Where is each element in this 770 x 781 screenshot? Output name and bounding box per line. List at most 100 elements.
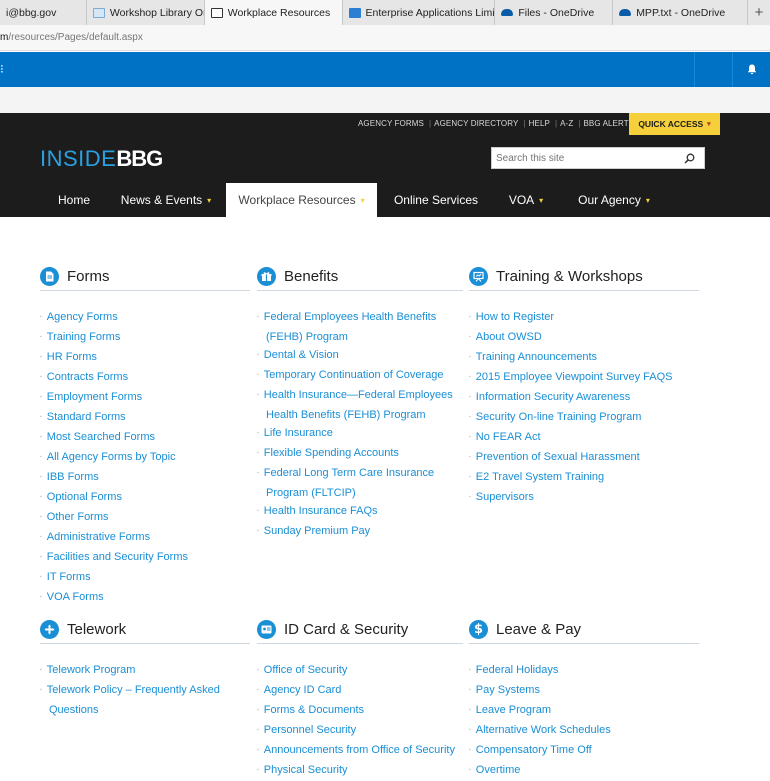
app-launcher-icon[interactable]: ⁝ (0, 62, 4, 76)
link-supervisors[interactable]: Supervisors (469, 488, 699, 508)
address-bar[interactable]: m/resources/Pages/default.aspx (0, 25, 770, 51)
link-health-insurance-fehb[interactable]: Health Insurance—Federal Employees Healt… (257, 386, 463, 424)
nav-home[interactable]: Home (48, 183, 100, 217)
link-leave-program[interactable]: Leave Program (469, 701, 699, 721)
quick-access-button[interactable]: QUICK ACCESS ▾ (629, 113, 720, 135)
link-no-fear-act[interactable]: No FEAR Act (469, 428, 699, 448)
link-forms-documents[interactable]: Forms & Documents (257, 701, 463, 721)
office-bar-slot[interactable] (695, 52, 733, 87)
nav-voa[interactable]: VOA ▾ (497, 183, 555, 217)
search-icon[interactable] (677, 148, 701, 168)
link-life-insurance[interactable]: Life Insurance (257, 424, 463, 444)
nav-workplace-resources[interactable]: Workplace Resources ▾ (226, 183, 377, 217)
tab-label: MPP.txt - OneDrive (636, 6, 726, 19)
chevron-down-icon: ▾ (360, 195, 365, 205)
link-fltcip[interactable]: Federal Long Term Care Insurance Program… (257, 464, 463, 502)
link-voa-forms[interactable]: VOA Forms (40, 588, 250, 608)
separator: | (554, 119, 558, 128)
search-input[interactable] (492, 152, 677, 164)
site-search (491, 147, 705, 169)
tab-files-onedrive[interactable]: Files - OneDrive (495, 0, 614, 25)
nav-news-events[interactable]: News & Events ▾ (112, 183, 220, 217)
main-nav: Home News & Events ▾ Workplace Resources ▾… (0, 183, 770, 217)
link-administrative-forms[interactable]: Administrative Forms (40, 528, 250, 548)
id-card-icon (257, 620, 276, 639)
util-link-agency-directory[interactable]: AGENCY DIRECTORY (434, 119, 518, 128)
link-agency-id-card[interactable]: Agency ID Card (257, 681, 463, 701)
link-employment-forms[interactable]: Employment Forms (40, 388, 250, 408)
new-tab-button[interactable]: + (748, 0, 770, 25)
link-prevention-sexual-harassment[interactable]: Prevention of Sexual Harassment (469, 448, 699, 468)
link-flexible-spending[interactable]: Flexible Spending Accounts (257, 444, 463, 464)
onedrive-icon (501, 9, 514, 16)
link-fehb-program[interactable]: Federal Employees Health Benefits (FEHB)… (257, 308, 463, 346)
tab-workshop-library[interactable]: Workshop Library On-Dema (87, 0, 205, 25)
link-training-forms[interactable]: Training Forms (40, 328, 250, 348)
link-telework-policy-faq[interactable]: Telework Policy – Frequently Asked Quest… (40, 681, 250, 719)
util-link-a-z[interactable]: A-Z (560, 119, 573, 128)
office-suite-bar: ⁝ (0, 52, 770, 87)
tab-mail[interactable]: i@bbg.gov (0, 0, 87, 25)
link-overtime[interactable]: Overtime (469, 761, 699, 781)
link-physical-security[interactable]: Physical Security (257, 761, 463, 781)
separator: | (428, 119, 432, 128)
util-link-help[interactable]: HELP (529, 119, 550, 128)
chevron-down-icon: ▾ (645, 195, 650, 205)
link-office-of-security[interactable]: Office of Security (257, 661, 463, 681)
utility-links: AGENCY FORMS | AGENCY DIRECTORY | HELP | A-Z | B… (358, 119, 636, 128)
util-link-agency-forms[interactable]: AGENCY FORMS (358, 119, 424, 128)
link-other-forms[interactable]: Other Forms (40, 508, 250, 528)
link-about-owsd[interactable]: About OWSD (469, 328, 699, 348)
util-link-bbg-alerts[interactable]: BBG ALERTS (584, 119, 635, 128)
link-how-to-register[interactable]: How to Register (469, 308, 699, 328)
link-e2-travel-training[interactable]: E2 Travel System Training (469, 468, 699, 488)
link-security-announcements[interactable]: Announcements from Office of Security (257, 741, 463, 761)
link-contracts-forms[interactable]: Contracts Forms (40, 368, 250, 388)
link-facilities-security-forms[interactable]: Facilities and Security Forms (40, 548, 250, 568)
link-federal-holidays[interactable]: Federal Holidays (469, 661, 699, 681)
link-training-announcements[interactable]: Training Announcements (469, 348, 699, 368)
quick-access-label: QUICK ACCESS (638, 119, 704, 129)
link-dental-vision[interactable]: Dental & Vision (257, 346, 463, 366)
link-personnel-security[interactable]: Personnel Security (257, 721, 463, 741)
link-health-insurance-faqs[interactable]: Health Insurance FAQs (257, 502, 463, 522)
library-icon (92, 7, 105, 18)
nav-label: Home (57, 193, 90, 207)
link-most-searched-forms[interactable]: Most Searched Forms (40, 428, 250, 448)
nav-label: News & Events (120, 193, 203, 207)
link-standard-forms[interactable]: Standard Forms (40, 408, 250, 428)
link-information-security-awareness[interactable]: Information Security Awareness (469, 388, 699, 408)
link-ibb-forms[interactable]: IBB Forms (40, 468, 250, 488)
link-compensatory-time-off[interactable]: Compensatory Time Off (469, 741, 699, 761)
page-icon (210, 7, 223, 18)
site-logo[interactable]: INSIDEBBG (40, 146, 163, 172)
section-leave-pay: $ Leave & Pay Federal Holidays Pay Syste… (469, 620, 699, 781)
separator: | (578, 119, 581, 128)
tab-workplace-resources[interactable]: Workplace Resources ✕ (204, 0, 343, 25)
section-header: $ Leave & Pay (469, 620, 699, 644)
tab-enterprise-applications[interactable]: Enterprise Applications Limi (343, 0, 496, 25)
section-header: ID Card & Security (257, 620, 463, 644)
link-agency-forms[interactable]: Agency Forms (40, 308, 250, 328)
notification-bell-icon[interactable] (733, 52, 770, 87)
link-it-forms[interactable]: IT Forms (40, 568, 250, 588)
link-temporary-continuation[interactable]: Temporary Continuation of Coverage (257, 366, 463, 386)
nav-our-agency[interactable]: Our Agency ▾ (566, 183, 662, 217)
link-hr-forms[interactable]: HR Forms (40, 348, 250, 368)
browser-tab-strip: i@bbg.gov Workshop Library On-Dema Workp… (0, 0, 770, 25)
link-sunday-premium-pay[interactable]: Sunday Premium Pay (257, 522, 463, 542)
nav-label: Our Agency (578, 193, 641, 207)
link-viewpoint-survey-faqs[interactable]: 2015 Employee Viewpoint Survey FAQS (469, 368, 699, 388)
gift-icon (257, 267, 276, 286)
link-alternative-work-schedules[interactable]: Alternative Work Schedules (469, 721, 699, 741)
nav-online-services[interactable]: Online Services (386, 183, 486, 217)
link-all-agency-forms-by-topic[interactable]: All Agency Forms by Topic (40, 448, 250, 468)
link-security-online-training[interactable]: Security On-line Training Program (469, 408, 699, 428)
tab-mpp-onedrive[interactable]: MPP.txt - OneDrive (613, 0, 749, 25)
link-pay-systems[interactable]: Pay Systems (469, 681, 699, 701)
link-telework-program[interactable]: Telework Program (40, 661, 250, 681)
logo-suffix: BBG (116, 146, 163, 171)
chevron-down-icon: ▾ (207, 195, 212, 205)
link-optional-forms[interactable]: Optional Forms (40, 488, 250, 508)
link-list: Federal Holidays Pay Systems Leave Progr… (469, 661, 699, 781)
